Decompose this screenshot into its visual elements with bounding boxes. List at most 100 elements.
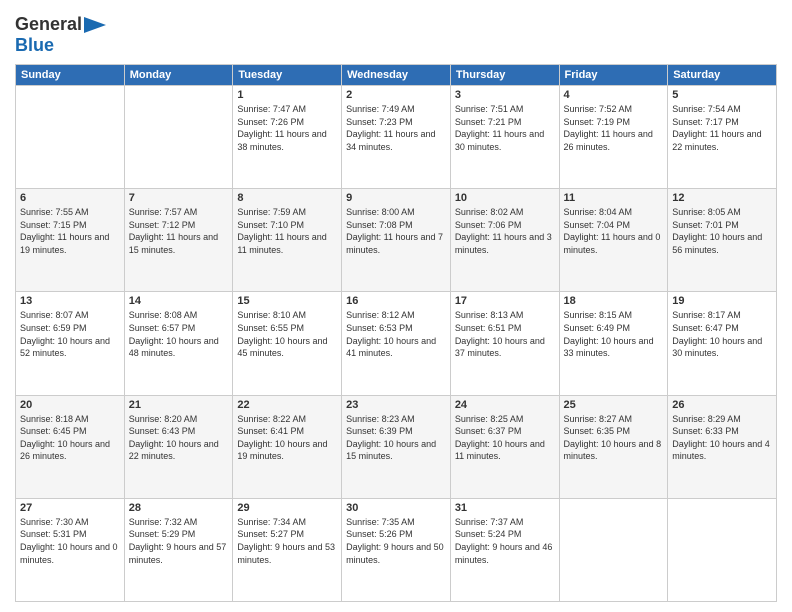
day-info: Sunrise: 8:25 AM Sunset: 6:37 PM Dayligh… xyxy=(455,413,555,463)
day-cell xyxy=(668,498,777,601)
logo-flag-icon xyxy=(84,17,106,33)
day-cell: 28Sunrise: 7:32 AM Sunset: 5:29 PM Dayli… xyxy=(124,498,233,601)
day-cell: 13Sunrise: 8:07 AM Sunset: 6:59 PM Dayli… xyxy=(16,292,125,395)
day-cell: 4 Sunrise: 7:52 AM Sunset: 7:19 PM Daylig… xyxy=(559,86,668,189)
day-cell: 14 Sunrise: 8:08 AM Sunset: 6:57 PM Dayli… xyxy=(124,292,233,395)
day-cell: 17 Sunrise: 8:13 AM Sunset: 6:51 PM Dayli… xyxy=(450,292,559,395)
weekday-header-sunday: Sunday xyxy=(16,65,125,86)
logo-general-text: General xyxy=(15,14,82,35)
day-info: Sunrise: 8:18 AM Sunset: 6:45 PM Dayligh… xyxy=(20,413,120,463)
day-number: 25 xyxy=(564,399,664,411)
day-cell xyxy=(559,498,668,601)
day-number: 17 xyxy=(455,295,555,307)
day-number: 14 xyxy=(129,295,229,307)
day-number: 15 xyxy=(237,295,337,307)
day-number: 23 xyxy=(346,399,446,411)
week-row-4: 20 Sunrise: 8:18 AM Sunset: 6:45 PM Dayli… xyxy=(16,395,777,498)
day-cell: 16 Sunrise: 8:12 AM Sunset: 6:53 PM Dayli… xyxy=(342,292,451,395)
day-number: 16 xyxy=(346,295,446,307)
day-cell: 27Sunrise: 7:30 AM Sunset: 5:31 PM Dayli… xyxy=(16,498,125,601)
day-info: Sunrise: 7:34 AM Sunset: 5:27 PM Dayligh… xyxy=(237,516,337,566)
day-info: Sunrise: 8:08 AM Sunset: 6:57 PM Dayligh… xyxy=(129,309,229,359)
day-number: 24 xyxy=(455,399,555,411)
day-info: Sunrise: 8:04 AM Sunset: 7:04 PM Dayligh… xyxy=(564,206,664,256)
calendar-page: General Blue SundayMondayTuesdayWednesda… xyxy=(0,0,792,612)
day-number: 6 xyxy=(20,192,120,204)
day-number: 10 xyxy=(455,192,555,204)
day-info: Sunrise: 7:30 AM Sunset: 5:31 PM Dayligh… xyxy=(20,516,120,566)
day-info: Sunrise: 8:00 AM Sunset: 7:08 PM Dayligh… xyxy=(346,206,446,256)
day-cell: 22Sunrise: 8:22 AM Sunset: 6:41 PM Dayli… xyxy=(233,395,342,498)
day-cell: 2Sunrise: 7:49 AM Sunset: 7:23 PM Daylig… xyxy=(342,86,451,189)
day-number: 13 xyxy=(20,295,120,307)
logo-blue-text: Blue xyxy=(15,35,54,56)
day-info: Sunrise: 8:12 AM Sunset: 6:53 PM Dayligh… xyxy=(346,309,446,359)
day-cell: 3Sunrise: 7:51 AM Sunset: 7:21 PM Daylig… xyxy=(450,86,559,189)
day-info: Sunrise: 8:27 AM Sunset: 6:35 PM Dayligh… xyxy=(564,413,664,463)
day-cell: 23 Sunrise: 8:23 AM Sunset: 6:39 PM Dayli… xyxy=(342,395,451,498)
day-cell: 19 Sunrise: 8:17 AM Sunset: 6:47 PM Dayli… xyxy=(668,292,777,395)
day-info: Sunrise: 7:54 AM Sunset: 7:17 PM Dayligh… xyxy=(672,103,772,153)
week-row-3: 13Sunrise: 8:07 AM Sunset: 6:59 PM Dayli… xyxy=(16,292,777,395)
weekday-header-thursday: Thursday xyxy=(450,65,559,86)
day-cell: 21Sunrise: 8:20 AM Sunset: 6:43 PM Dayli… xyxy=(124,395,233,498)
weekday-header-friday: Friday xyxy=(559,65,668,86)
day-number: 19 xyxy=(672,295,772,307)
day-info: Sunrise: 8:13 AM Sunset: 6:51 PM Dayligh… xyxy=(455,309,555,359)
day-cell: 10 Sunrise: 8:02 AM Sunset: 7:06 PM Dayli… xyxy=(450,189,559,292)
weekday-header-wednesday: Wednesday xyxy=(342,65,451,86)
day-cell: 24 Sunrise: 8:25 AM Sunset: 6:37 PM Dayli… xyxy=(450,395,559,498)
weekday-header-saturday: Saturday xyxy=(668,65,777,86)
day-number: 1 xyxy=(237,89,337,101)
week-row-2: 6Sunrise: 7:55 AM Sunset: 7:15 PM Daylig… xyxy=(16,189,777,292)
day-number: 4 xyxy=(564,89,664,101)
day-cell: 15 Sunrise: 8:10 AM Sunset: 6:55 PM Dayli… xyxy=(233,292,342,395)
day-cell xyxy=(16,86,125,189)
day-number: 21 xyxy=(129,399,229,411)
day-info: Sunrise: 7:59 AM Sunset: 7:10 PM Dayligh… xyxy=(237,206,337,256)
day-number: 30 xyxy=(346,502,446,514)
weekday-header-tuesday: Tuesday xyxy=(233,65,342,86)
day-number: 8 xyxy=(237,192,337,204)
day-cell: 26 Sunrise: 8:29 AM Sunset: 6:33 PM Dayli… xyxy=(668,395,777,498)
weekday-header-monday: Monday xyxy=(124,65,233,86)
day-cell: 6Sunrise: 7:55 AM Sunset: 7:15 PM Daylig… xyxy=(16,189,125,292)
day-info: Sunrise: 8:29 AM Sunset: 6:33 PM Dayligh… xyxy=(672,413,772,463)
day-number: 9 xyxy=(346,192,446,204)
day-cell: 9 Sunrise: 8:00 AM Sunset: 7:08 PM Daylig… xyxy=(342,189,451,292)
day-cell: 11 Sunrise: 8:04 AM Sunset: 7:04 PM Dayli… xyxy=(559,189,668,292)
day-number: 5 xyxy=(672,89,772,101)
day-number: 11 xyxy=(564,192,664,204)
day-cell: 25 Sunrise: 8:27 AM Sunset: 6:35 PM Dayli… xyxy=(559,395,668,498)
day-number: 26 xyxy=(672,399,772,411)
weekday-header-row: SundayMondayTuesdayWednesdayThursdayFrid… xyxy=(16,65,777,86)
week-row-5: 27Sunrise: 7:30 AM Sunset: 5:31 PM Dayli… xyxy=(16,498,777,601)
day-number: 22 xyxy=(237,399,337,411)
day-info: Sunrise: 8:15 AM Sunset: 6:49 PM Dayligh… xyxy=(564,309,664,359)
day-info: Sunrise: 8:02 AM Sunset: 7:06 PM Dayligh… xyxy=(455,206,555,256)
day-cell: 31 Sunrise: 7:37 AM Sunset: 5:24 PM Dayli… xyxy=(450,498,559,601)
day-cell: 5 Sunrise: 7:54 AM Sunset: 7:17 PM Daylig… xyxy=(668,86,777,189)
day-number: 20 xyxy=(20,399,120,411)
logo: General Blue xyxy=(15,14,106,56)
day-number: 31 xyxy=(455,502,555,514)
week-row-1: 1Sunrise: 7:47 AM Sunset: 7:26 PM Daylig… xyxy=(16,86,777,189)
day-cell: 7 Sunrise: 7:57 AM Sunset: 7:12 PM Daylig… xyxy=(124,189,233,292)
calendar-table: SundayMondayTuesdayWednesdayThursdayFrid… xyxy=(15,64,777,602)
day-info: Sunrise: 8:23 AM Sunset: 6:39 PM Dayligh… xyxy=(346,413,446,463)
day-info: Sunrise: 7:52 AM Sunset: 7:19 PM Dayligh… xyxy=(564,103,664,153)
day-number: 28 xyxy=(129,502,229,514)
day-cell: 18 Sunrise: 8:15 AM Sunset: 6:49 PM Dayli… xyxy=(559,292,668,395)
day-number: 7 xyxy=(129,192,229,204)
day-info: Sunrise: 7:37 AM Sunset: 5:24 PM Dayligh… xyxy=(455,516,555,566)
day-info: Sunrise: 8:17 AM Sunset: 6:47 PM Dayligh… xyxy=(672,309,772,359)
day-cell: 8 Sunrise: 7:59 AM Sunset: 7:10 PM Daylig… xyxy=(233,189,342,292)
day-cell: 1Sunrise: 7:47 AM Sunset: 7:26 PM Daylig… xyxy=(233,86,342,189)
day-info: Sunrise: 7:57 AM Sunset: 7:12 PM Dayligh… xyxy=(129,206,229,256)
day-cell: 12Sunrise: 8:05 AM Sunset: 7:01 PM Dayli… xyxy=(668,189,777,292)
logo-container: General Blue xyxy=(15,14,106,56)
day-cell: 29Sunrise: 7:34 AM Sunset: 5:27 PM Dayli… xyxy=(233,498,342,601)
day-number: 18 xyxy=(564,295,664,307)
day-info: Sunrise: 8:10 AM Sunset: 6:55 PM Dayligh… xyxy=(237,309,337,359)
logo-top: General xyxy=(15,14,106,35)
